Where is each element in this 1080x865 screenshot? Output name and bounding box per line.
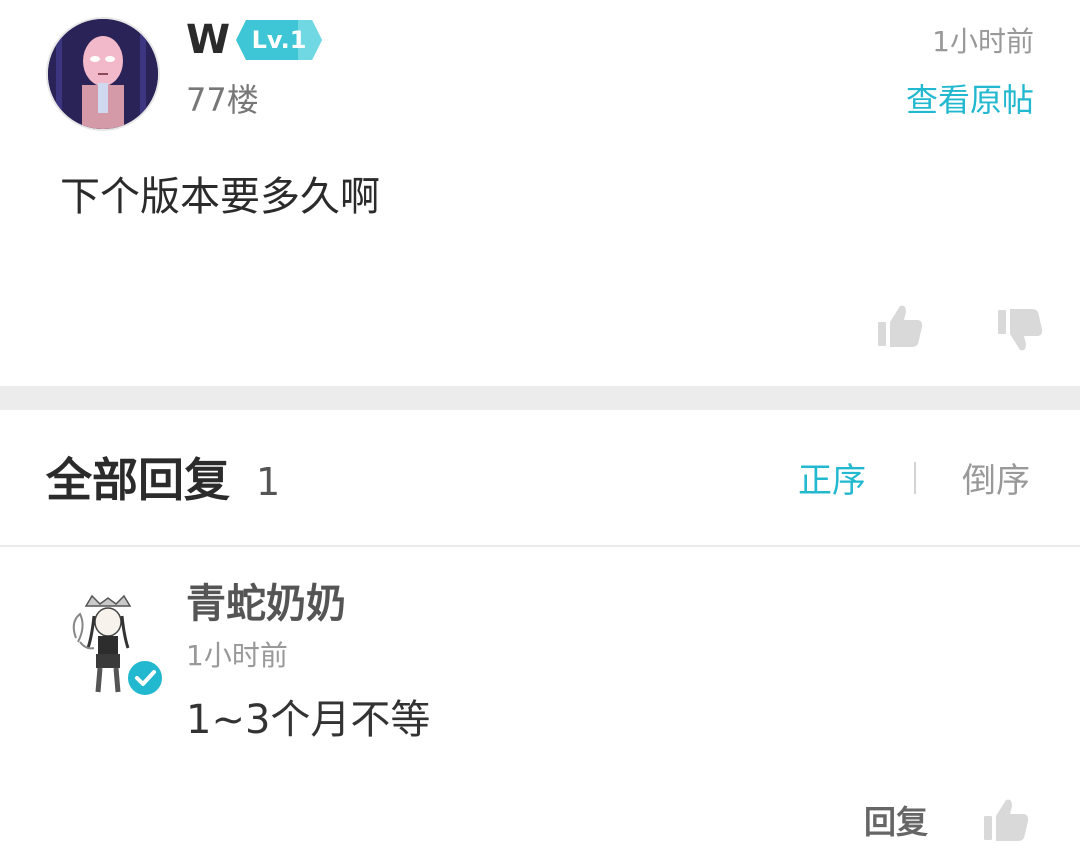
section-divider [0,386,1080,410]
sort-descending-button[interactable]: 倒序 [962,458,1030,504]
post-username[interactable]: W [186,14,230,66]
reply-button[interactable]: 回复 [864,800,928,844]
replies-count: 1 [256,460,281,504]
avatar-image [48,19,158,129]
header-separator [0,545,1080,547]
thumbs-up-icon[interactable] [876,302,924,350]
reply-time: 1小时前 [186,639,288,672]
post-time: 1小时前 [932,25,1034,58]
sort-ascending-button[interactable]: 正序 [798,458,866,504]
view-original-link[interactable]: 查看原帖 [906,78,1034,122]
reply-username[interactable]: 青蛇奶奶 [186,578,346,630]
floor-number: 77楼 [186,81,259,119]
post-content: 下个版本要多久啊 [60,174,380,220]
thumbs-up-icon[interactable] [982,796,1030,844]
reply-content: 1~3个月不等 [186,697,431,743]
thumbs-down-icon[interactable] [996,306,1044,354]
sort-separator [914,462,916,494]
level-badge-text: Lv.1 [251,26,307,54]
replies-title: 全部回复 [46,453,230,507]
user-avatar[interactable] [46,17,160,131]
verified-badge-icon [126,659,164,697]
